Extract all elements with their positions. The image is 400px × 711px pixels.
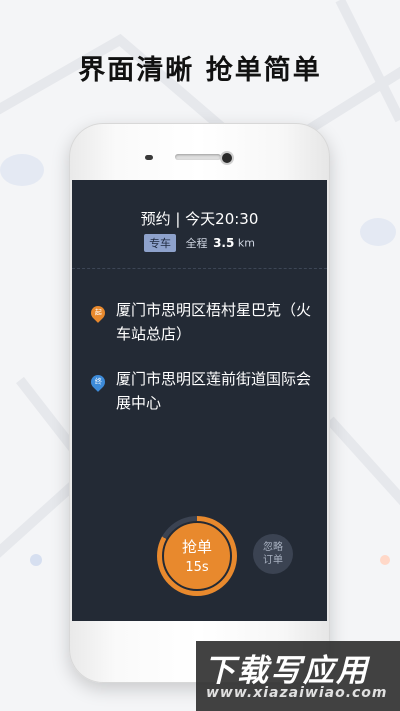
ignore-order-button[interactable]: 忽略 订单 [253,534,293,574]
order-screen: 预约 | 今天20:30 专车 全程 3.5 km 起 厦门市思明区梧村星巴克（… [72,180,327,621]
ignore-label-line2: 订单 [263,555,283,566]
phone-frame: 预约 | 今天20:30 专车 全程 3.5 km 起 厦门市思明区梧村星巴克（… [69,123,330,683]
grab-order-label: 抢单 [181,538,212,556]
end-pin-icon: 终 [88,372,108,392]
distance-label: 全程 [185,237,208,250]
watermark: 下载写应用 www.xiazaiwiao.com [196,641,400,711]
appointment-time: 预约 | 今天20:30 [140,210,259,228]
watermark-url: www.xiazaiwiao.com [206,685,388,701]
grab-order-button[interactable]: 抢单 15s [162,521,232,591]
divider [72,268,327,269]
watermark-title: 下载写应用 [204,653,369,689]
distance-value: 3.5 [213,236,235,250]
distance-unit: km [237,236,255,250]
car-type-badge: 专车 [144,234,177,252]
order-meta: 专车 全程 3.5 km [72,234,327,252]
end-address: 厦门市思明区莲前街道国际会展中心 [116,370,312,412]
sensor-dot [145,155,153,160]
ignore-label-line1: 忽略 [263,542,283,553]
front-camera [222,153,232,163]
grab-countdown: 15s [185,560,209,575]
start-address: 厦门市思明区梧村星巴克（火车站总店） [116,301,312,343]
page-headline: 界面清晰 抢单简单 [78,55,322,86]
start-pin-icon: 起 [88,303,108,323]
earpiece [175,154,221,160]
